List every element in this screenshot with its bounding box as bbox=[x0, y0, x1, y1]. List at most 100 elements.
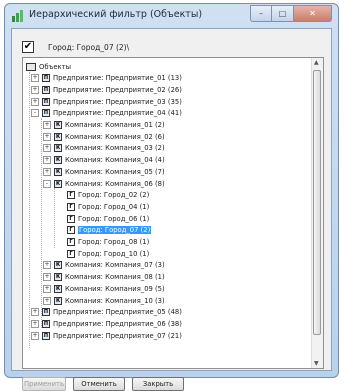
city-icon: Г bbox=[67, 214, 75, 223]
tree-node-label: Город: Город_06 (1) bbox=[78, 214, 150, 223]
tree-guide-line bbox=[54, 188, 55, 248]
tree-node[interactable]: + К Компания: Компания_04 (4) bbox=[43, 155, 165, 166]
tree-node[interactable]: Г Город: Город_08 (1) bbox=[56, 237, 149, 248]
expand-toggle-icon[interactable]: + bbox=[43, 261, 51, 270]
tree-node-label: Город: Город_08 (1) bbox=[78, 238, 150, 246]
company-icon: К bbox=[54, 132, 62, 141]
tree-node-label: Предприятие: Предприятие_06 (38) bbox=[53, 319, 182, 328]
scroll-down-arrow-icon[interactable]: ▼ bbox=[314, 360, 319, 367]
tree-node-label: Компания: Компания_05 (7) bbox=[65, 167, 165, 176]
tree-node-label: Предприятие: Предприятие_07 (21) bbox=[53, 331, 182, 340]
tree-node[interactable]: + К Компания: Компания_02 (6) bbox=[43, 131, 165, 142]
city-icon: Г bbox=[67, 249, 75, 258]
company-icon: К bbox=[54, 121, 62, 129]
window-title: Иерархический фильтр (Объекты) bbox=[29, 9, 203, 20]
tree-content: Объекты + П Предприятие: Предприятие_01 (1… bbox=[23, 60, 311, 368]
expand-toggle-icon[interactable]: + bbox=[43, 296, 51, 305]
tree-node[interactable]: + П Предприятие: Предприятие_06 (38) bbox=[31, 318, 182, 329]
company-icon: К bbox=[54, 179, 62, 188]
expand-toggle-icon[interactable]: + bbox=[43, 121, 51, 129]
city-icon: Г bbox=[67, 238, 75, 246]
tree-node[interactable]: Г Город: Город_02 (2) bbox=[56, 190, 149, 201]
expand-toggle-icon[interactable]: + bbox=[31, 308, 39, 317]
minimize-button[interactable]: – bbox=[250, 5, 272, 22]
tree-node[interactable]: + П Предприятие: Предприятие_07 (21) bbox=[31, 330, 182, 341]
tree-guide-line bbox=[29, 72, 30, 348]
objects-root-icon bbox=[26, 62, 36, 71]
tree-node-label: Компания: Компания_08 (1) bbox=[65, 273, 165, 282]
tree-node[interactable]: + П Предприятие: Предприятие_02 (26) bbox=[31, 84, 182, 95]
enterprise-icon: П bbox=[42, 74, 50, 83]
collapse-toggle-icon[interactable]: - bbox=[43, 179, 51, 188]
dialog-buttons: Применить Отменить Закрыть bbox=[22, 377, 184, 391]
tree-node-label: Компания: Компания_07 (3) bbox=[65, 261, 165, 270]
current-filter-row: ✔ Город: Город_07 (2)\ bbox=[22, 39, 129, 55]
enterprise-icon: П bbox=[42, 85, 50, 94]
expand-toggle-icon[interactable]: + bbox=[31, 331, 39, 340]
cancel-button[interactable]: Отменить bbox=[73, 377, 125, 391]
tree-node-label: Предприятие: Предприятие_04 (41) bbox=[53, 109, 182, 118]
tree-node[interactable]: - К Компания: Компания_06 (8) bbox=[43, 178, 165, 189]
tree-root[interactable]: Объекты bbox=[26, 61, 71, 72]
enterprise-icon: П bbox=[42, 308, 50, 317]
tree-node-label: Компания: Компания_01 (2) bbox=[65, 121, 165, 129]
city-icon: Г bbox=[67, 202, 75, 211]
tree-node[interactable]: - П Предприятие: Предприятие_04 (41) bbox=[31, 108, 182, 119]
expand-toggle-icon[interactable]: + bbox=[31, 319, 39, 328]
expand-toggle-icon[interactable]: + bbox=[31, 74, 39, 83]
tree-node[interactable]: + К Компания: Компания_05 (7) bbox=[43, 166, 165, 177]
expand-toggle-icon[interactable]: + bbox=[43, 284, 51, 293]
company-icon: К bbox=[54, 144, 62, 153]
city-icon: Г bbox=[67, 191, 75, 200]
tree-node-label: Город: Город_07 (2) bbox=[78, 226, 152, 235]
expand-toggle-icon[interactable]: + bbox=[43, 132, 51, 141]
tree-vertical-scrollbar[interactable]: ▲ ▼ bbox=[311, 58, 323, 368]
enterprise-icon: П bbox=[42, 97, 50, 106]
scrollbar-thumb[interactable] bbox=[313, 70, 321, 335]
company-icon: К bbox=[54, 296, 62, 305]
tree-node-label: Город: Город_10 (1) bbox=[78, 249, 150, 258]
tree-node-label: Компания: Компания_04 (4) bbox=[65, 156, 165, 165]
enterprise-icon: П bbox=[42, 109, 50, 118]
tree-node-label: Город: Город_04 (1) bbox=[78, 202, 150, 211]
expand-toggle-icon[interactable]: + bbox=[31, 85, 39, 94]
apply-button[interactable]: Применить bbox=[22, 377, 66, 391]
tree-node-label: Компания: Компания_02 (6) bbox=[65, 132, 165, 141]
expand-toggle-icon[interactable]: + bbox=[31, 97, 39, 106]
tree-node[interactable]: + К Компания: Компания_10 (3) bbox=[43, 295, 165, 306]
tree-node[interactable]: Г Город: Город_04 (1) bbox=[56, 201, 149, 212]
expand-toggle-icon[interactable]: + bbox=[43, 144, 51, 153]
tree-node-label: Город: Город_02 (2) bbox=[78, 191, 150, 200]
window-controls: – □ ✕ bbox=[250, 5, 332, 23]
tree-node[interactable]: Г Город: Город_10 (1) bbox=[56, 248, 149, 259]
tree-node[interactable]: + К Компания: Компания_07 (3) bbox=[43, 260, 165, 271]
maximize-button[interactable]: □ bbox=[272, 5, 294, 22]
tree-node[interactable]: + К Компания: Компания_09 (5) bbox=[43, 283, 165, 294]
close-window-button[interactable]: ✕ bbox=[294, 5, 332, 22]
tree-node[interactable]: + П Предприятие: Предприятие_05 (48) bbox=[31, 307, 182, 318]
expand-toggle-icon[interactable]: + bbox=[43, 167, 51, 176]
title-bar[interactable]: Иерархический фильтр (Объекты) – □ ✕ bbox=[5, 4, 338, 30]
close-button[interactable]: Закрыть bbox=[132, 377, 184, 391]
tree-node-label: Предприятие: Предприятие_03 (35) bbox=[53, 97, 182, 106]
collapse-toggle-icon[interactable]: - bbox=[31, 109, 39, 118]
tree-node-label: Компания: Компания_10 (3) bbox=[65, 296, 165, 305]
dialog-client-area: ✔ Город: Город_07 (2)\ Объекты + П Предпри… bbox=[11, 28, 332, 391]
tree-node[interactable]: + П Предприятие: Предприятие_03 (35) bbox=[31, 96, 182, 107]
expand-toggle-icon[interactable]: + bbox=[43, 273, 51, 282]
tree-guide-line bbox=[41, 118, 42, 328]
tree-node-selected[interactable]: Г Город: Город_07 (2) bbox=[56, 225, 152, 236]
tree-node[interactable]: + К Компания: Компания_08 (1) bbox=[43, 272, 165, 283]
tree-node-label: Компания: Компания_03 (2) bbox=[65, 144, 165, 153]
scroll-up-arrow-icon[interactable]: ▲ bbox=[314, 59, 319, 66]
tree-node[interactable]: + К Компания: Компания_03 (2) bbox=[43, 143, 165, 154]
tree-node-label: Компания: Компания_09 (5) bbox=[65, 284, 165, 293]
tree-node[interactable]: Г Город: Город_06 (1) bbox=[56, 213, 149, 224]
filter-checkbox[interactable]: ✔ bbox=[22, 41, 34, 53]
app-icon bbox=[12, 10, 23, 22]
expand-toggle-icon[interactable]: + bbox=[43, 156, 51, 165]
tree-node[interactable]: + П Предприятие: Предприятие_01 (13) bbox=[31, 73, 182, 84]
company-icon: К bbox=[54, 284, 62, 293]
object-tree[interactable]: Объекты + П Предприятие: Предприятие_01 (1… bbox=[22, 57, 324, 369]
tree-node[interactable]: + К Компания: Компания_01 (2) bbox=[43, 120, 165, 131]
